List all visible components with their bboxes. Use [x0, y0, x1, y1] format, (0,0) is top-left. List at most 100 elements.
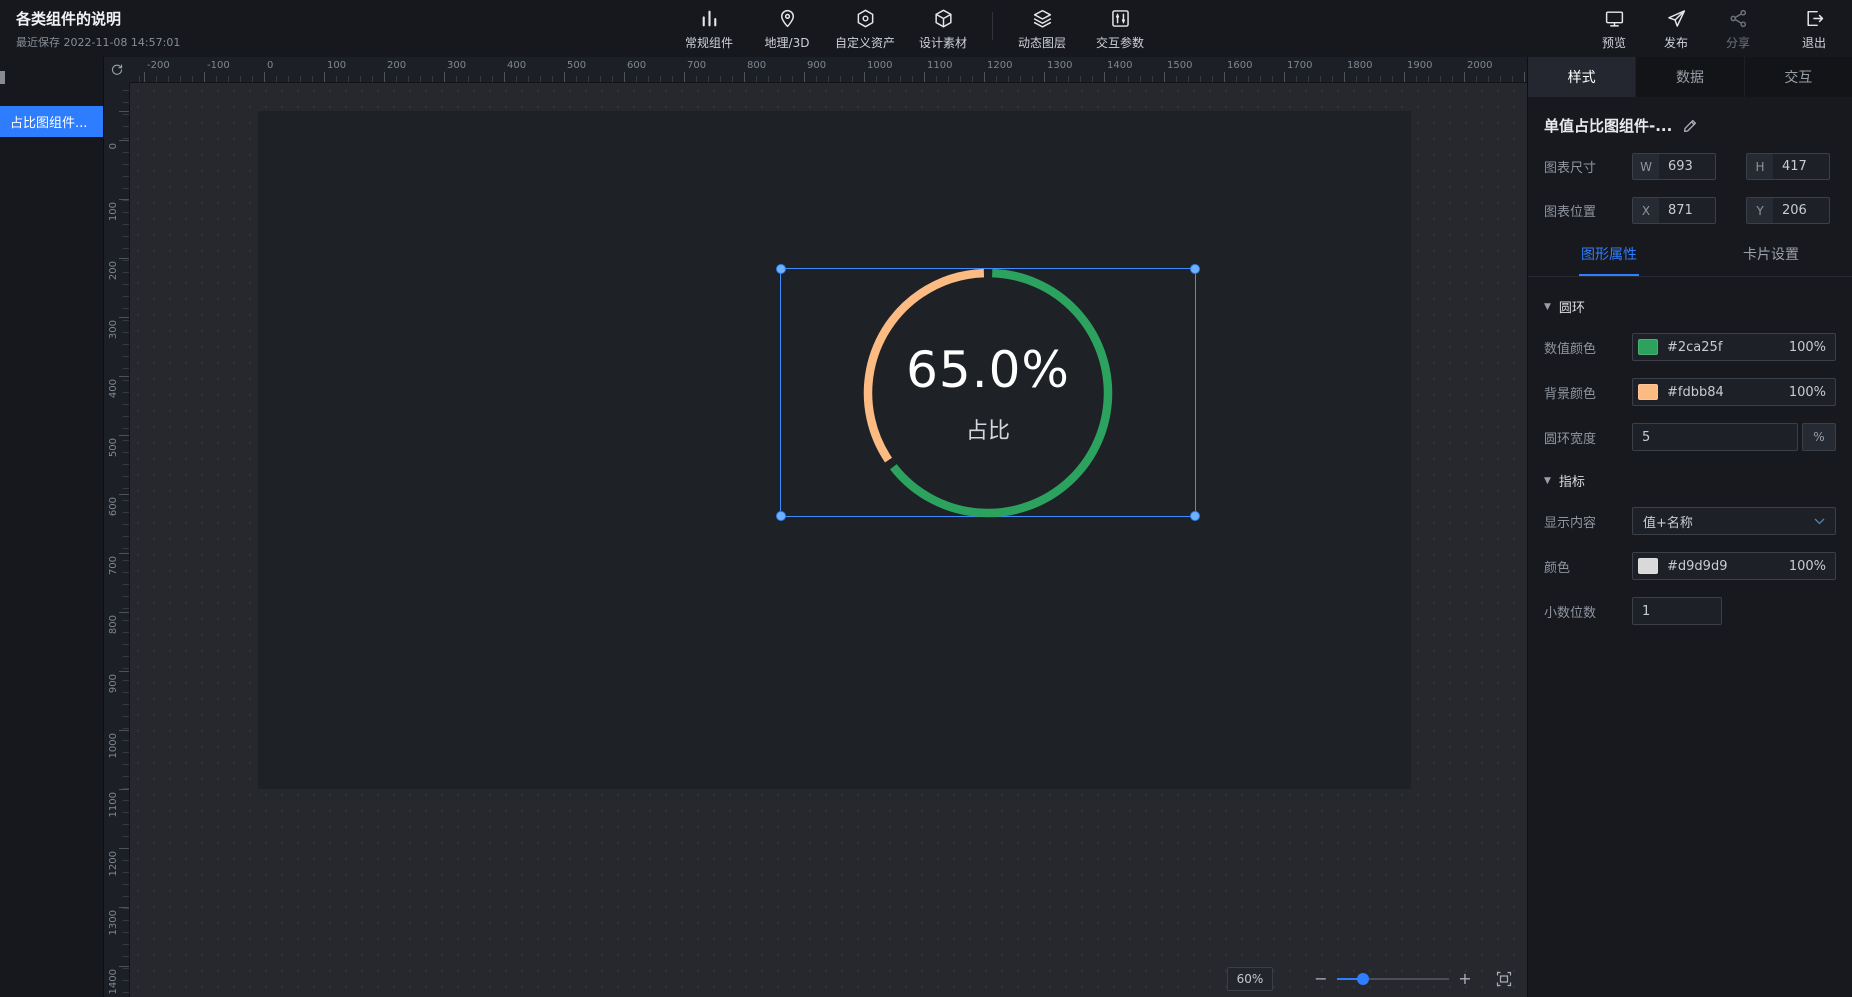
selection-handle-sw[interactable] [776, 511, 786, 521]
chart-position-label: 图表位置 [1544, 201, 1632, 220]
ring-width-input[interactable]: 5 [1632, 423, 1798, 451]
width-value[interactable]: 693 [1659, 154, 1715, 179]
tool-label: 交互参数 [1096, 34, 1144, 51]
zoom-in-button[interactable]: + [1455, 967, 1475, 991]
ruler-label: 100 [327, 60, 346, 71]
sliders-tool[interactable]: 交互参数 [1087, 8, 1153, 51]
y-prefix: Y [1747, 198, 1773, 223]
action-label: 退出 [1802, 34, 1826, 51]
display-content-select[interactable]: 值+名称 [1632, 507, 1836, 535]
value-color-row: 数值颜色 #2ca25f 100% [1544, 333, 1836, 361]
height-input[interactable]: H 417 [1746, 153, 1830, 180]
indicator-color-swatch[interactable] [1638, 558, 1658, 574]
paper-plane-action[interactable]: 发布 [1650, 8, 1702, 51]
ruler-label: 1200 [108, 851, 119, 876]
ruler-label: 1200 [987, 60, 1012, 71]
ruler-label: 700 [108, 556, 119, 575]
logout-action[interactable]: 退出 [1788, 8, 1840, 51]
component-name-row: 单值占比图组件-... [1544, 115, 1836, 136]
ruler-label: 0 [267, 60, 273, 71]
value-color-opacity[interactable]: 100% [1789, 340, 1826, 355]
hexagon-tool[interactable]: 自定义资产 [832, 8, 898, 51]
ruler-label: 800 [747, 60, 766, 71]
edit-name-button[interactable] [1682, 118, 1698, 134]
share-action[interactable]: 分享 [1712, 8, 1764, 51]
selection-handle-nw[interactable] [776, 264, 786, 274]
app: 各类组件的说明 最近保存 2022-11-08 14:57:01 常规组件地理/… [0, 0, 1852, 997]
width-input[interactable]: W 693 [1632, 153, 1716, 180]
geo-pin-tool[interactable]: 地理/3D [754, 8, 820, 51]
height-value[interactable]: 417 [1773, 154, 1829, 179]
donut-ring [858, 263, 1118, 523]
y-input[interactable]: Y 206 [1746, 197, 1830, 224]
indicator-color-picker[interactable]: #d9d9d9 100% [1632, 552, 1836, 580]
x-value[interactable]: 871 [1659, 198, 1715, 223]
cube-tool[interactable]: 设计素材 [910, 8, 976, 51]
zoom-out-button[interactable]: − [1311, 967, 1331, 991]
chart-size-row: 图表尺寸 W 693 H 417 [1544, 153, 1836, 180]
ruler-label: 1100 [108, 792, 119, 817]
horizontal-ruler: -200-10001002003004005006007008009001000… [130, 57, 1527, 83]
canvas-workspace[interactable]: 65.0% 占比 60% − + [130, 83, 1527, 997]
selection-handle-se[interactable] [1190, 511, 1200, 521]
bar-chart-tool[interactable]: 常规组件 [676, 8, 742, 51]
bar-chart-icon [699, 8, 720, 29]
zoom-slider[interactable] [1337, 967, 1449, 991]
fit-screen-icon [1495, 970, 1513, 988]
ruler-label: 100 [108, 202, 119, 221]
ruler-label: 1000 [867, 60, 892, 71]
ruler-label: 600 [627, 60, 646, 71]
reset-origin-icon [110, 63, 124, 77]
ruler-label: 900 [108, 674, 119, 693]
ring-width-unit: % [1802, 423, 1836, 451]
indicator-color-hex[interactable]: #d9d9d9 [1667, 559, 1727, 574]
indicator-color-row: 颜色 #d9d9d9 100% [1544, 552, 1836, 580]
bg-color-opacity[interactable]: 100% [1789, 385, 1826, 400]
layers-tool[interactable]: 动态图层 [1009, 8, 1075, 51]
tool-label: 地理/3D [765, 34, 810, 51]
x-prefix: X [1633, 198, 1659, 223]
collapse-icon[interactable]: ▼ [1544, 302, 1551, 312]
ruler-label: 1400 [1107, 60, 1132, 71]
decimals-input[interactable]: 1 [1632, 597, 1722, 625]
bg-color-hex[interactable]: #fdbb84 [1667, 385, 1724, 400]
share-icon [1728, 8, 1749, 29]
value-color-swatch[interactable] [1638, 339, 1658, 355]
ruler-origin-button[interactable] [104, 57, 130, 83]
bg-color-picker[interactable]: #fdbb84 100% [1632, 378, 1836, 406]
component-toolbar: 常规组件地理/3D 自定义资产设计素材 动态图层交互参数 [676, 8, 1153, 51]
monitor-action[interactable]: 预览 [1588, 8, 1640, 51]
selection-handle-ne[interactable] [1190, 264, 1200, 274]
x-input[interactable]: X 871 [1632, 197, 1716, 224]
ruler-label: 700 [687, 60, 706, 71]
zoom-level-input[interactable]: 60% [1227, 967, 1273, 991]
subtab-card-settings[interactable]: 卡片设置 [1690, 244, 1852, 276]
fit-screen-button[interactable] [1495, 970, 1513, 988]
chart-position-row: 图表位置 X 871 Y 206 [1544, 197, 1836, 224]
layer-item-selected[interactable]: 占比图组件... [0, 106, 103, 137]
logout-icon [1804, 8, 1825, 29]
ruler-label: 200 [387, 60, 406, 71]
value-color-picker[interactable]: #2ca25f 100% [1632, 333, 1836, 361]
zoom-slider-handle[interactable] [1357, 973, 1369, 985]
ruler-label: 2000 [1467, 60, 1492, 71]
ruler-label: -200 [147, 60, 170, 71]
panel-tabs: 样式 数据 交互 [1528, 57, 1852, 97]
subtab-graphic-props[interactable]: 图形属性 [1528, 244, 1690, 276]
toolbar-divider [992, 12, 993, 40]
ruler-label: -100 [207, 60, 230, 71]
y-value[interactable]: 206 [1773, 198, 1829, 223]
sliders-icon [1110, 8, 1131, 29]
tab-interaction[interactable]: 交互 [1745, 57, 1852, 97]
indicator-color-opacity[interactable]: 100% [1789, 559, 1826, 574]
action-label: 发布 [1664, 34, 1688, 51]
tab-data[interactable]: 数据 [1636, 57, 1744, 97]
collapse-icon[interactable]: ▼ [1544, 476, 1551, 486]
bg-color-swatch[interactable] [1638, 384, 1658, 400]
tool-label: 设计素材 [919, 34, 967, 51]
tab-style[interactable]: 样式 [1528, 57, 1636, 97]
value-color-hex[interactable]: #2ca25f [1667, 340, 1722, 355]
properties-panel: 样式 数据 交互 单值占比图组件-... 图表尺寸 W 693 [1527, 57, 1852, 997]
selected-donut-component[interactable]: 65.0% 占比 [780, 268, 1196, 517]
display-content-label: 显示内容 [1544, 512, 1632, 531]
